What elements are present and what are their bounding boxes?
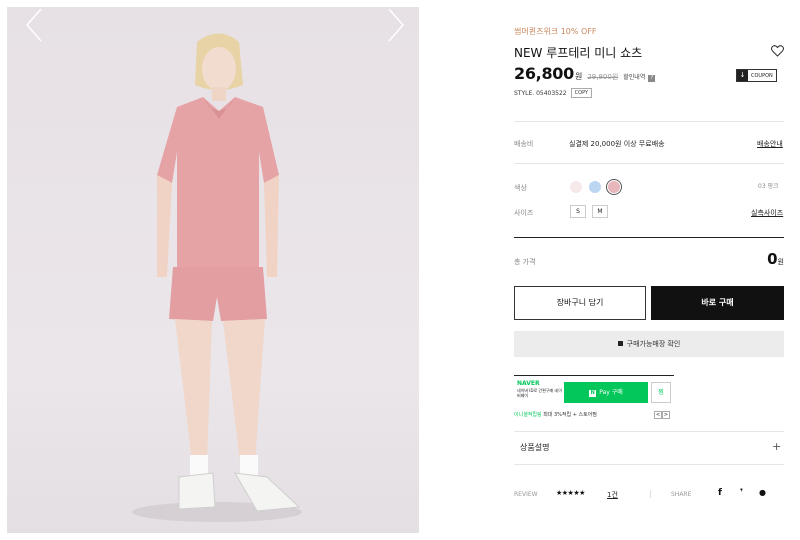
copy-button[interactable]: COPY [570,88,593,98]
kakaotalk-icon[interactable]: ● [759,488,766,497]
share-label: SHARE [671,491,692,498]
divider [514,237,784,238]
size-guide-link[interactable]: 실측사이즈 [751,208,783,218]
naver-event-nav: < > [654,411,670,419]
shipping-value: 실결제 20,000원 이상 무료배송 [569,140,665,148]
naver-pay-button[interactable]: N Pay 구매 [564,382,648,403]
benefit-help-icon[interactable]: ? [648,75,656,82]
style-code: STYLE. 05403522 [514,89,567,97]
separator [650,490,651,498]
review-count[interactable]: 1건 [607,490,618,500]
kakaostory-icon[interactable]: ❜ [740,488,743,498]
color-label: 색상 [514,184,527,192]
divider [514,121,784,122]
sale-price: 26,800 [514,64,574,83]
naver-zzim-button[interactable]: 찜 [651,382,671,403]
naver-pay-label: Pay 구매 [599,389,623,396]
model-illustration [132,33,302,522]
product-title: NEW 루프테리 미니 쇼츠 [514,46,643,60]
store-check-button[interactable]: 구매가능매장 확인 [514,331,784,357]
style-row: STYLE. 05403522 COPY [514,88,593,98]
review-label: REVIEW [514,491,538,498]
shipping-info-link[interactable]: 배송안내 [757,139,783,149]
naver-pay-subtitle: 네이버 ID로 간편구매 네이버페이 [517,388,562,398]
description-toggle-label[interactable]: 상품설명 [520,442,549,453]
naver-event-next-icon[interactable]: > [662,411,670,419]
lock-icon [617,340,623,346]
product-image [7,7,419,533]
buy-now-button[interactable]: 바로 구매 [651,286,784,320]
naver-event-prev-icon[interactable]: < [654,411,662,419]
plus-icon[interactable]: + [772,440,781,453]
size-option-m[interactable]: M [592,205,608,218]
coupon-button[interactable]: ↓ COUPON [736,69,777,82]
divider [514,464,784,465]
price-row: 26,800 원 29,800원 할인내역 ? [514,64,656,83]
total-value: 0 [767,250,778,268]
selected-color: 03 핑크 [758,183,779,190]
prev-image-arrow-icon[interactable] [23,7,45,43]
heart-icon[interactable] [771,45,784,57]
price-unit: 원 [574,72,583,81]
store-check-label: 구매가능매장 확인 [626,340,681,348]
naver-event-highlight: 이니셜적립링 [514,412,542,418]
total-price: 0원 [514,249,784,268]
naver-n-icon: N [589,390,597,397]
naver-pay-event: 이니셜적립링 최대 3%적립 + 스토어찜 [514,411,597,418]
size-option-s[interactable]: S [570,205,586,218]
facebook-icon[interactable]: f [718,488,722,498]
add-to-cart-button[interactable]: 장바구니 담기 [514,286,646,320]
promo-label: 썸머퀸즈위크 10% OFF [514,27,597,36]
total-unit: 원 [777,258,784,266]
next-image-arrow-icon[interactable] [385,7,407,43]
naver-event-text: 최대 3%적립 + 스토어찜 [543,412,597,418]
color-swatch-blue[interactable] [589,181,601,193]
color-swatch-pink[interactable] [608,181,620,193]
divider [514,431,784,432]
coupon-label: COUPON [751,72,773,79]
benefit-label[interactable]: 할인내역 [623,72,645,81]
shipping-label: 배송비 [514,140,534,148]
size-label: 사이즈 [514,209,534,217]
rating-stars: ★★★★★ [556,489,585,497]
naver-logo: NAVER [517,380,540,387]
naver-pay-widget: NAVER 네이버 ID로 간편구매 네이버페이 N Pay 구매 찜 [514,375,674,405]
download-icon: ↓ [737,70,748,81]
original-price: 29,800원 [587,73,619,81]
divider [514,163,784,164]
color-swatch-ivory[interactable] [570,181,582,193]
